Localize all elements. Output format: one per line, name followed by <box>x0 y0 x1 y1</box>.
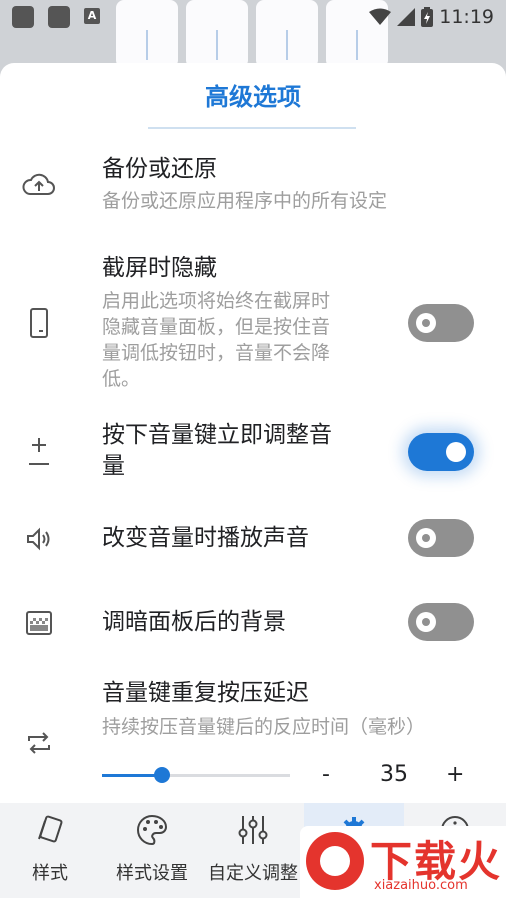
background-volume-column <box>256 0 318 68</box>
tab-label: 样式设置 <box>116 863 188 884</box>
delay-value: 35 <box>380 762 408 787</box>
watermark-url: xiazaihuo.com <box>374 878 468 893</box>
notification-icon <box>12 6 34 28</box>
tab-style[interactable]: 样式 <box>0 803 100 898</box>
row-subtitle-line: 低。 <box>102 368 141 390</box>
backup-restore-row[interactable]: 备份或还原 备份或还原应用程序中的所有设定 <box>0 140 506 222</box>
row-title: 改变音量时播放声音 <box>102 525 309 551</box>
repeat-delay-row: 音量键重复按压延迟 持续按压音量键后的反应时间（毫秒） <box>0 672 506 800</box>
row-subtitle-line: 启用此选项将始终在截屏时 <box>102 290 331 312</box>
plus-minus-icon <box>22 435 56 469</box>
hide-on-screenshot-row[interactable]: 截屏时隐藏 启用此选项将始终在截屏时 隐藏音量面板，但是按住音 量调低按钮时，音… <box>0 248 506 398</box>
slider-fill <box>102 774 163 777</box>
dim-background-icon <box>22 606 56 640</box>
clock: 11:19 <box>439 6 494 28</box>
page-title: 高级选项 <box>205 83 301 111</box>
style-cards-icon <box>33 813 67 847</box>
adjust-immediately-row[interactable]: 按下音量键立即调整音 量 <box>0 418 506 488</box>
tab-custom-adjust[interactable]: 自定义调整 <box>203 803 303 898</box>
row-subtitle-line: 量调低按钮时，音量不会降 <box>102 342 331 364</box>
wifi-icon <box>369 8 392 25</box>
a-icon: A <box>84 8 100 24</box>
row-subtitle: 持续按压音量键后的反应时间（毫秒） <box>102 716 426 738</box>
cloud-upload-icon <box>22 168 56 202</box>
play-sound-row[interactable]: 改变音量时播放声音 <box>0 512 506 566</box>
signal-icon <box>397 8 416 26</box>
dim-background-row[interactable]: 调暗面板后的背景 <box>0 596 506 650</box>
hide-on-screenshot-toggle[interactable] <box>408 304 474 342</box>
background-volume-column <box>186 0 248 68</box>
row-title-line: 按下音量键立即调整音 <box>102 422 332 448</box>
row-title: 截屏时隐藏 <box>102 255 217 281</box>
repeat-delay-slider[interactable] <box>102 767 290 783</box>
title-divider <box>148 127 356 129</box>
decrease-button[interactable]: - <box>322 762 330 787</box>
row-title: 音量键重复按压延迟 <box>102 680 309 706</box>
row-subtitle: 备份或还原应用程序中的所有设定 <box>102 190 388 212</box>
phone-outline-icon <box>22 306 56 340</box>
increase-button[interactable]: + <box>446 762 464 787</box>
tab-style-settings[interactable]: 样式设置 <box>102 803 202 898</box>
row-title: 备份或还原 <box>102 156 217 182</box>
sliders-icon <box>236 813 270 847</box>
palette-icon <box>135 813 169 847</box>
row-subtitle-line: 隐藏音量面板，但是按住音 <box>102 316 331 338</box>
notification-icon <box>48 6 70 28</box>
repeat-icon <box>22 726 56 760</box>
watermark-logo: 下载火 xiazaihuo.com <box>300 826 506 898</box>
status-bar: A 11:19 <box>0 0 506 68</box>
dim-background-toggle[interactable] <box>408 603 474 641</box>
tab-label: 样式 <box>32 863 68 884</box>
play-sound-toggle[interactable] <box>408 519 474 557</box>
background-volume-column <box>116 0 178 68</box>
watermark-flame-icon <box>306 832 364 890</box>
adjust-immediately-toggle[interactable] <box>408 433 474 471</box>
row-title: 调暗面板后的背景 <box>102 609 286 635</box>
row-title-line: 量 <box>102 453 125 479</box>
battery-icon <box>421 7 434 27</box>
speaker-icon <box>22 522 56 556</box>
tab-label: 自定义调整 <box>208 863 298 884</box>
